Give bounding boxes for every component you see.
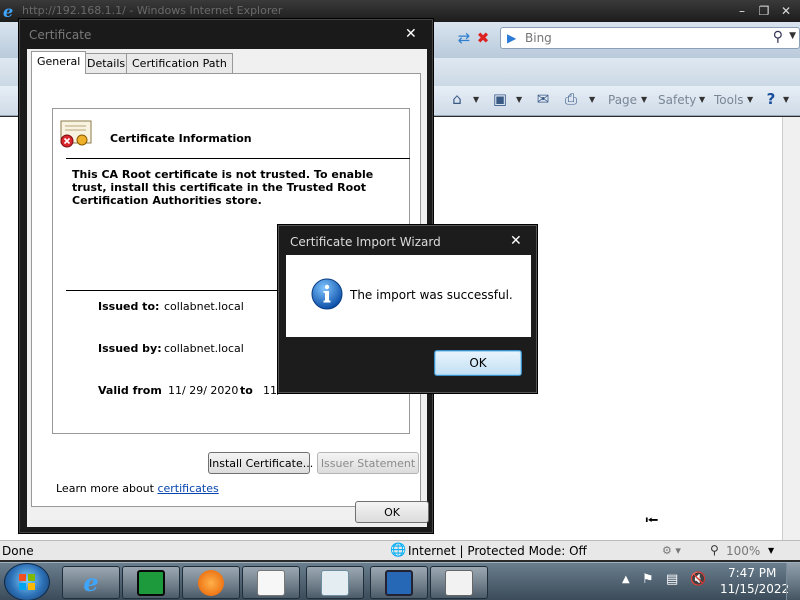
tools-menu[interactable]: Tools [714,93,744,109]
folder-icon [137,570,165,596]
print-icon[interactable]: ⎙ [561,90,581,110]
monitor-icon [385,570,413,596]
taskbar-explorer-button[interactable] [122,566,180,599]
untrusted-certificate-icon [60,120,92,148]
feeds-icon[interactable]: ▣ [490,90,510,110]
trust-warning-text: This CA Root certificate is not trusted.… [72,168,374,207]
search-input[interactable] [525,31,755,45]
divider [66,158,410,159]
bing-icon: ▶ [507,31,517,45]
certificates-link[interactable]: certificates [157,482,218,495]
issuer-statement-button[interactable]: Issuer Statement [317,452,419,474]
install-certificate-button[interactable]: Install Certificate... [208,452,313,474]
taskbar-document-button[interactable] [306,566,364,599]
home-icon[interactable]: ⌂ [447,90,467,110]
issued-to-value: collabnet.local [164,300,244,313]
zoom-level[interactable]: 100% [726,544,760,558]
show-hidden-icons-icon[interactable]: ▲ [622,574,630,585]
clock-time[interactable]: 7:47 PM [728,566,776,580]
security-zone[interactable]: Internet | Protected Mode: Off [408,544,587,558]
compat-view-icon[interactable]: ⇄ [455,29,473,47]
wizard-ok-button[interactable]: OK [434,350,522,376]
dialog-title: Certificate [29,28,92,42]
tab-details[interactable]: Details [81,53,132,73]
globe-icon: 🌐 [390,543,407,558]
learn-more-text: Learn more about certificates [56,482,219,495]
window-close-button[interactable]: ✕ [778,3,794,19]
valid-from-value: 11/ 29/ 2020 [168,384,239,397]
volume-muted-icon[interactable]: 🔇 [690,572,706,587]
valid-to-label: to [240,384,253,397]
stop-icon[interactable]: ✖ [474,29,492,47]
wizard-message: The import was successful. [350,288,513,302]
close-icon[interactable]: ✕ [510,233,522,249]
list-app-icon [257,570,285,596]
feeds-dropdown-icon[interactable]: ▼ [516,95,522,104]
network-icon[interactable]: ▤ [666,572,678,587]
home-dropdown-icon[interactable]: ▼ [473,95,479,104]
document-icon [321,570,349,596]
vertical-scrollbar[interactable] [782,117,800,540]
close-icon[interactable]: ✕ [405,26,417,42]
taskbar-computer-button[interactable] [370,566,428,599]
zoom-dropdown-icon[interactable]: ▼ [768,546,774,555]
clock-date[interactable]: 11/15/2022 [720,582,789,596]
issued-by-label: Issued by: [98,342,162,355]
taskbar: e [0,562,800,600]
taskbar-media-button[interactable] [182,566,240,599]
safety-menu[interactable]: Safety [658,93,696,109]
tab-certification-path[interactable]: Certification Path [126,53,233,73]
wizard-message-area: The import was successful. [286,255,531,337]
ie-icon: e [83,568,99,597]
help-dropdown-icon[interactable]: ▼ [783,95,789,104]
search-box[interactable]: ▶ ⚲ ▼ [500,27,800,49]
certificate-info-heading: Certificate Information [110,132,252,145]
media-player-icon [198,570,224,596]
issued-to-label: Issued to: [98,300,160,313]
action-center-flag-icon[interactable]: ⚑ [642,572,654,587]
taskbar-ie-button[interactable]: e [62,566,120,599]
maximize-button[interactable]: ❐ [756,3,772,19]
help-icon[interactable]: ? [761,90,781,110]
search-icon[interactable]: ⚲ [773,29,783,45]
show-desktop-button[interactable] [786,563,800,600]
print-dropdown-icon[interactable]: ▼ [589,95,595,104]
page-menu[interactable]: Page [608,93,637,109]
page-dropdown-icon[interactable]: ▼ [641,95,647,104]
information-icon [311,278,343,310]
search-dropdown-icon[interactable]: ▼ [789,31,796,41]
taskbar-certificate-button[interactable] [430,566,488,599]
learn-more-prefix: Learn more about [56,482,154,495]
start-button[interactable] [4,563,50,600]
status-bar: Done 🌐 Internet | Protected Mode: Off ⚙ … [0,540,800,560]
divider [66,290,296,291]
security-status-icon[interactable]: ⚙ ▾ [662,544,681,557]
minimize-button[interactable]: – [734,3,750,19]
taskbar-list-button[interactable] [242,566,300,599]
windows-logo-icon [19,574,35,590]
status-text: Done [2,544,34,558]
zoom-icon[interactable]: ⚲ [710,543,719,557]
wizard-title: Certificate Import Wizard [290,235,441,249]
mail-icon[interactable]: ✉ [533,90,553,110]
safety-dropdown-icon[interactable]: ▼ [699,95,705,104]
tab-general[interactable]: General [31,51,87,74]
certificate-ok-button[interactable]: OK [355,501,429,523]
valid-from-label: Valid from [98,384,162,397]
ie-window-title: http://192.168.1.1/ - Windows Internet E… [22,4,283,17]
issued-by-value: collabnet.local [164,342,244,355]
tools-dropdown-icon[interactable]: ▼ [747,95,753,104]
mouse-cursor-icon: ⭰ [645,510,659,531]
import-wizard-dialog: Certificate Import Wizard ✕ The import w… [277,224,538,394]
certificate-window-icon [445,570,473,596]
